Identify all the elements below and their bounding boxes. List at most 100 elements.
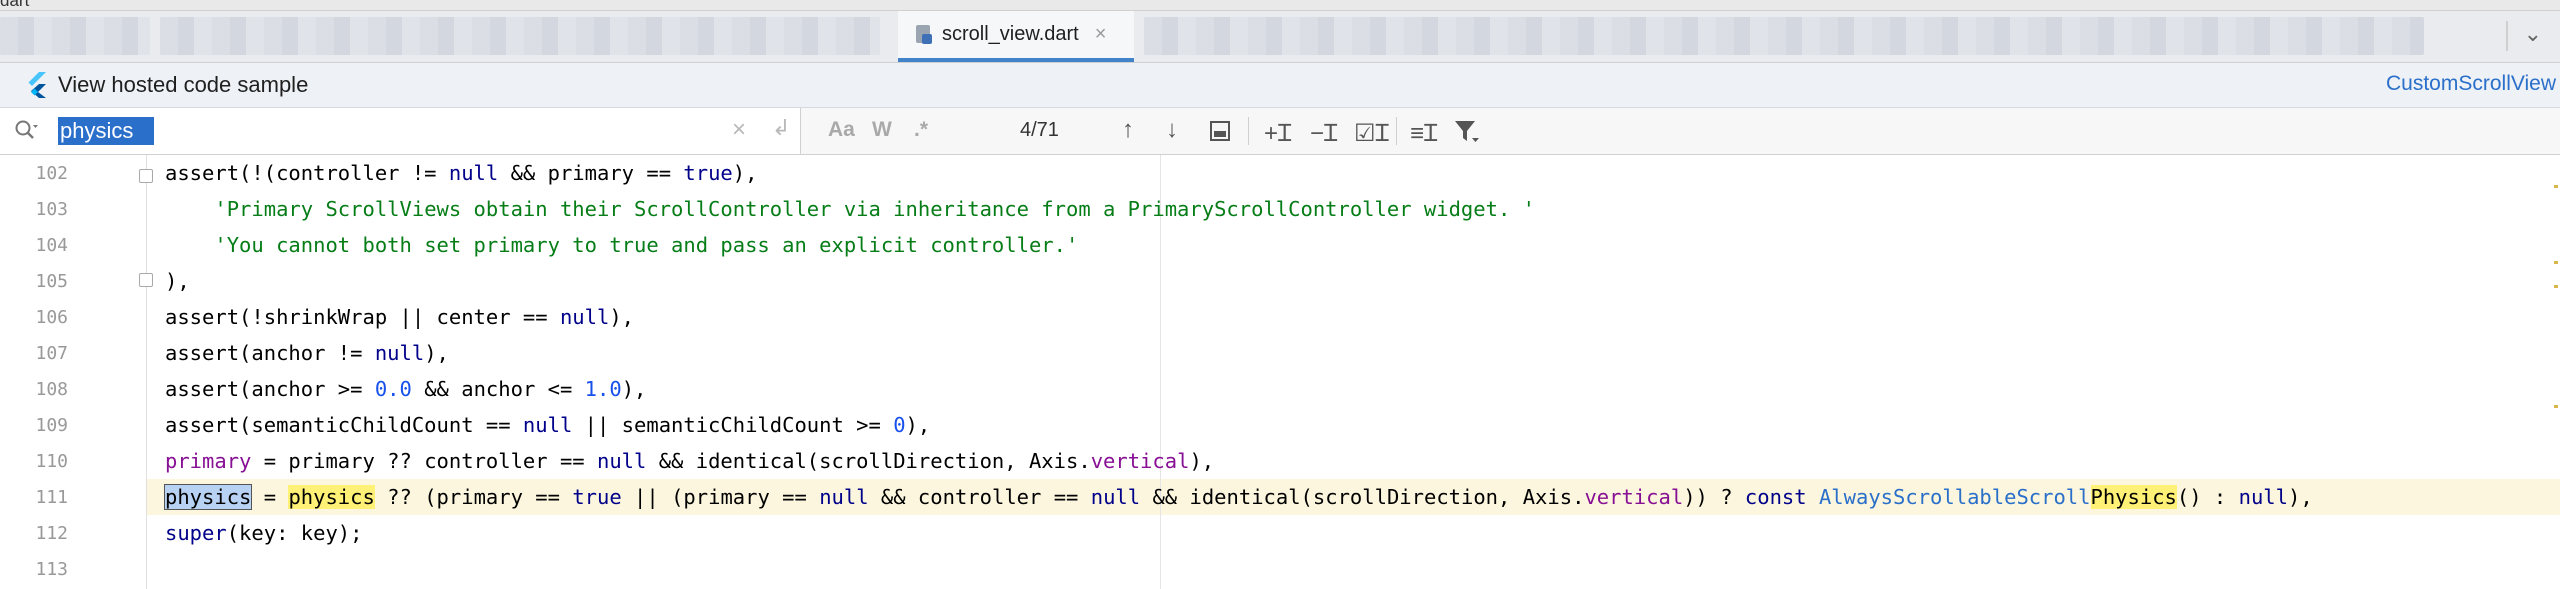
code-token: null [819,485,869,509]
line-number: 113 [35,559,68,580]
line-number: 102 [35,163,68,184]
scrollbar-warning-marker[interactable] [2554,405,2558,408]
code-token: || semanticChildCount >= [572,413,894,437]
new-line-icon[interactable]: ↲ [772,115,790,141]
regex-toggle[interactable]: .* [914,118,928,142]
code-token: null [1090,485,1141,509]
line-number: 108 [35,379,68,400]
blurred-tab[interactable] [1144,17,2424,55]
tab-list-chevron-icon[interactable]: ⌄ [2524,21,2542,47]
notification-banner: View hosted code sample CustomScrollView [0,63,2560,108]
view-hosted-code-sample-link[interactable]: View hosted code sample [58,72,308,98]
code-token: ?? (primary == [374,485,573,509]
code-token: 0.0 [374,377,412,401]
code-token: assert(anchor >= [165,377,375,401]
code-token: ), [165,269,190,293]
code-token: 1.0 [584,377,622,401]
filter-search-results-icon[interactable] [1454,120,1480,144]
code-token: ), [732,161,758,185]
search-history-icon[interactable] [14,119,38,141]
search-input[interactable] [58,117,154,145]
code-token: () : [2176,485,2239,509]
code-line[interactable]: 'Primary ScrollViews obtain their Scroll… [165,191,1535,227]
fold-start-icon[interactable] [139,169,153,183]
code-token: && identical(scrollDirection, Axis. [646,449,1091,473]
code-token: = primary ?? controller == [251,449,597,473]
search-field[interactable]: × ↲ [0,108,801,154]
code-token: true [683,161,733,185]
scrollbar-warning-marker[interactable] [2554,261,2558,264]
code-line[interactable]: assert(semanticChildCount == null || sem… [165,407,930,443]
code-token: super [165,521,227,545]
find-bar: × ↲ Aa W .* 4/71 ↑ ↓ +Ɪ −Ɪ ☑Ɪ ≡Ɪ [0,108,2560,155]
code-token: = [251,485,289,509]
code-token: null [2238,485,2288,509]
code-token: vertical [1090,449,1190,473]
blurred-tab[interactable] [0,17,150,55]
code-token: || (primary == [621,485,820,509]
select-all-occurrences-multi-icon[interactable]: ☑Ɪ [1354,116,1389,149]
code-token: ), [1189,449,1215,473]
code-token: ), [621,377,647,401]
gutter-border [146,155,147,589]
window-top-label: dart [0,0,30,10]
add-selection-next-icon[interactable]: +Ɪ [1264,116,1291,149]
next-occurrence-icon[interactable]: ↓ [1166,116,1178,144]
code-token: Physics [2090,485,2177,509]
line-number: 105 [35,271,68,292]
code-line[interactable]: super(key: key); [165,515,362,551]
code-token: 'You cannot both set primary to true and… [214,233,1079,257]
code-token: physics [288,485,375,509]
filter-lines-icon[interactable]: ≡Ɪ [1410,116,1437,149]
code-token: ), [424,341,449,365]
unselect-occurrence-icon[interactable]: −Ɪ [1310,116,1337,149]
line-number: 106 [35,307,68,328]
dart-file-icon [916,24,932,45]
previous-occurrence-icon[interactable]: ↑ [1122,116,1134,144]
code-line[interactable]: ), [165,263,190,299]
code-editor[interactable]: assert(!(controller != null && primary =… [0,155,2560,589]
scrollbar-warning-marker[interactable] [2554,285,2558,288]
code-line[interactable]: assert(anchor >= 0.0 && anchor <= 1.0), [165,371,646,407]
tab-close-icon[interactable]: × [1095,23,1107,46]
fold-end-icon[interactable] [139,273,153,287]
code-line[interactable]: assert(!shrinkWrap || center == null), [165,299,634,335]
code-line[interactable]: primary = primary ?? controller == null … [165,443,1214,479]
line-number: 107 [35,343,68,364]
flutter-logo-icon [28,72,46,98]
whole-words-toggle[interactable]: W [872,118,892,142]
match-case-toggle[interactable]: Aa [828,118,855,142]
code-token: )) ? [1683,485,1745,509]
line-number: 104 [35,235,68,256]
code-line[interactable]: 'You cannot both set primary to true and… [165,227,1078,263]
tab-label: scroll_view.dart [942,23,1079,45]
scrollbar-warning-marker[interactable] [2554,185,2558,188]
code-token: vertical [1584,485,1684,509]
line-number: 112 [35,523,68,544]
blurred-tab[interactable] [160,17,880,55]
select-all-occurrences-icon[interactable] [1210,121,1230,141]
code-line[interactable]: physics = physics ?? (primary == true ||… [163,479,2313,515]
custom-scroll-view-link[interactable]: CustomScrollView [2386,72,2556,96]
code-token: && anchor <= [411,377,585,401]
code-token: && identical(scrollDirection, Axis. [1140,485,1585,509]
code-token: AlwaysScrollableScroll [1818,485,2091,509]
code-token: const [1744,485,1819,509]
code-token: && controller == [868,485,1091,509]
code-token: null [374,341,425,365]
tab-scroll-view-dart[interactable]: scroll_view.dart × [898,11,1134,62]
code-token: assert(anchor != [165,341,375,365]
line-number: 103 [35,199,68,220]
code-line[interactable]: assert(!(controller != null && primary =… [165,155,757,191]
line-number: 111 [35,487,68,508]
toolbar-separator [1396,117,1397,145]
code-token: primary [165,449,252,473]
code-token: ), [2288,485,2313,509]
clear-search-icon[interactable]: × [732,116,746,144]
code-token: && primary == [498,161,684,185]
code-token: physics [163,484,253,510]
window-top-strip: dart [0,0,2560,11]
code-line[interactable]: assert(anchor != null), [165,335,449,371]
